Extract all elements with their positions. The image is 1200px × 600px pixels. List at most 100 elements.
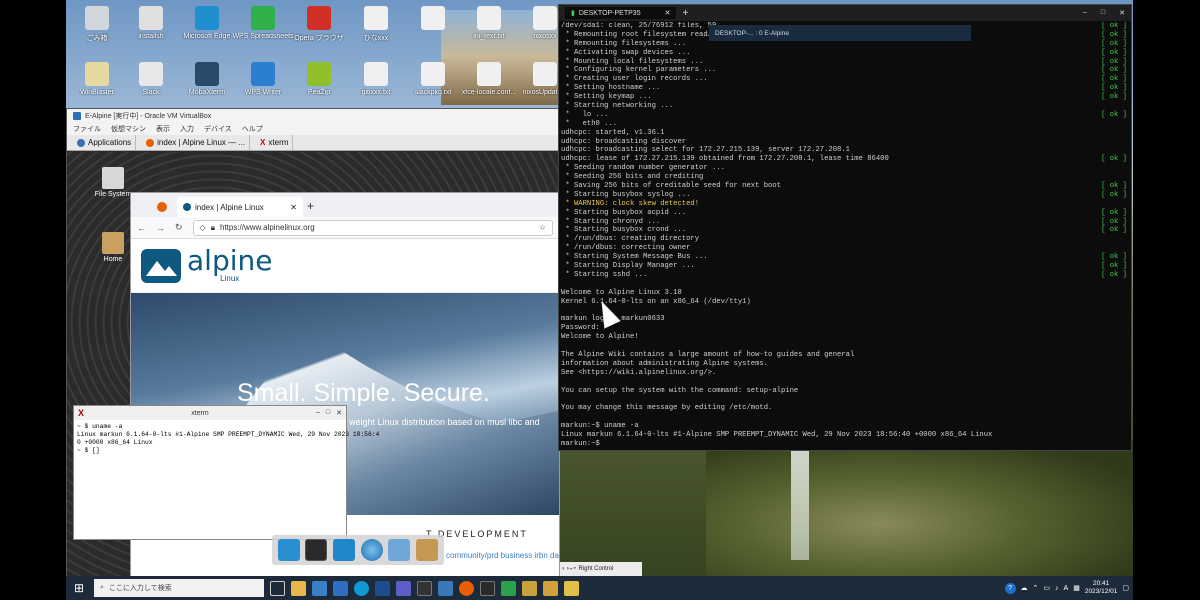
desktop-icon[interactable]: ごみ箱 <box>66 6 128 43</box>
teams-icon[interactable] <box>396 580 411 596</box>
terminal-line: The Alpine Wiki contains a large amount … <box>561 351 1131 360</box>
vbox-menu-item[interactable]: ファイル <box>73 124 101 134</box>
desktop-icon[interactable]: xfce-locale.conf... <box>458 62 520 96</box>
desktop-icon-label: MobaXterm <box>188 89 226 96</box>
app-finder-icon[interactable] <box>388 539 411 561</box>
terminal-line-text: * Starting busybox crond ... <box>561 226 687 235</box>
edge-icon[interactable] <box>354 580 369 596</box>
vbox-title: E-Alpine [実行中] - Oracle VM VirtualBox <box>85 113 212 120</box>
desktop-icon[interactable]: Opera ブラウザ <box>288 6 350 43</box>
taskbar-app-1[interactable] <box>312 580 327 596</box>
file-explorer-icon[interactable] <box>291 580 306 596</box>
desktop-icon[interactable]: ini_text.txt <box>458 6 520 40</box>
maximize-icon[interactable]: □ <box>1101 9 1105 17</box>
vbox-menu-item[interactable]: 仮想マシン <box>111 124 146 134</box>
chevron-up-icon[interactable]: ⌃ <box>1033 584 1039 592</box>
desktop-icon[interactable]: slackpkg.txt <box>402 62 464 96</box>
applications-menu[interactable]: Applications <box>73 135 137 150</box>
volume-icon[interactable]: ♪ <box>1055 585 1059 592</box>
desktop-icon[interactable]: gitlxxx.txt <box>345 62 407 96</box>
terminal-status-ok: [ ok ] <box>1101 66 1127 75</box>
firefox-tab[interactable]: index | Alpine Linux ✕ <box>177 197 303 217</box>
network-icon[interactable]: ▭ <box>1043 584 1050 592</box>
back-icon[interactable]: ← <box>137 223 146 233</box>
keyboard-icon[interactable]: ▦ <box>1073 584 1080 592</box>
firefox-menu-icon[interactable] <box>157 202 167 212</box>
terminal-taskbar-icon[interactable] <box>480 580 495 596</box>
close-tab-icon[interactable]: ✕ <box>665 9 671 17</box>
url-bar[interactable]: ◇ 🔒︎ https://www.alpinelinux.org ☆ <box>192 219 553 236</box>
alpine-logo[interactable]: alpine Linux <box>131 239 559 293</box>
remote-session-bar[interactable]: DESKTOP-... : 0 E-Alpine <box>709 25 971 41</box>
desktop-icon[interactable]: ひなxxx <box>345 6 407 43</box>
close-tab-icon[interactable]: ✕ <box>290 203 297 212</box>
taskbar-app-2[interactable] <box>333 580 348 596</box>
terminal-line: * WARNING: clock skew detected! <box>561 200 1131 209</box>
taskbar-search[interactable]: ⌕ ここに入力して検索 <box>94 579 264 597</box>
terminal-line: * /run/dbus: correcting owner <box>561 244 1131 253</box>
windows-terminal[interactable]: ▮ DESKTOP-PETP35 ✕ + – □ ✕ /dev/sda1: cl… <box>558 4 1132 451</box>
desktop-icon[interactable]: WinBlaster <box>66 62 128 96</box>
maximize-icon[interactable]: □ <box>326 409 330 417</box>
vbox-menu-item[interactable]: ヘルプ <box>242 124 263 134</box>
terminal-tab-title: DESKTOP-PETP35 <box>578 9 641 17</box>
windows-terminal-icon[interactable] <box>417 580 432 596</box>
wps-icon[interactable] <box>501 580 516 596</box>
terminal-icon[interactable] <box>305 539 328 561</box>
minimize-icon[interactable]: – <box>1083 9 1087 17</box>
ime-mode[interactable]: A <box>1064 585 1069 592</box>
new-tab-button[interactable]: + <box>307 199 314 213</box>
bookmark-star-icon[interactable]: ☆ <box>539 223 546 232</box>
panel-task-xterm[interactable]: X xterm <box>256 135 294 150</box>
desktop-icon[interactable]: WPS Writer <box>232 62 294 96</box>
cloud-icon[interactable]: ☁ <box>1021 584 1028 592</box>
terminal-output[interactable]: /dev/sda1: clean, 25/76912 files, 59... [… <box>561 22 1131 450</box>
terminal-line-text: * Starting busybox acpid ... <box>561 208 687 217</box>
terminal-line-text: Welcome to Alpine Linux 3.18 <box>561 288 682 297</box>
vbox-statusbar: ◐◑◒◓ Right Control <box>560 562 642 576</box>
mobaxterm-icon[interactable] <box>522 580 537 596</box>
desktop-icon[interactable]: installsh <box>120 6 182 40</box>
terminal-tabbar[interactable]: ▮ DESKTOP-PETP35 ✕ + – □ ✕ <box>559 5 1131 21</box>
terminal-line-text: information about administrating Alpine … <box>561 359 769 368</box>
close-icon[interactable]: ✕ <box>336 409 342 417</box>
vbox-titlebar[interactable]: E-Alpine [実行中] - Oracle VM VirtualBox <box>67 109 559 123</box>
windows-start-icon[interactable]: ⊞ <box>70 581 88 595</box>
desktop-icon[interactable]: Microsoft Edge <box>176 6 238 40</box>
new-tab-button[interactable]: + <box>682 8 688 19</box>
close-icon[interactable]: ✕ <box>1119 9 1125 17</box>
desktop-icon[interactable] <box>402 6 464 33</box>
powershell-icon[interactable] <box>375 580 390 596</box>
vbox-menu-item[interactable]: 入力 <box>180 124 194 134</box>
firefox-taskbar-icon[interactable] <box>459 580 474 596</box>
notification-icon[interactable]: ▢ <box>1122 584 1129 592</box>
folder-icon[interactable] <box>416 539 439 561</box>
minimize-icon[interactable]: – <box>316 409 320 417</box>
vbox-menu-item[interactable]: デバイス <box>204 124 232 134</box>
file-manager-icon[interactable] <box>333 539 356 561</box>
xterm-output[interactable]: ~ $ uname -a Linux markun 6.1.64-0-lts #1… <box>74 420 379 458</box>
desktop-icon[interactable]: MobaXterm <box>176 62 238 96</box>
terminal-line: * Seeding random number generator ... <box>561 164 1131 173</box>
xterm-window[interactable]: X xterm – □ ✕ ~ $ uname -a Linux markun 6… <box>73 405 379 540</box>
desktop-icon[interactable]: Slack <box>120 62 182 96</box>
panel-task-firefox[interactable]: index | Alpine Linux — ... <box>142 135 251 150</box>
desktop-icon[interactable]: WPS Spreadsheets <box>232 6 294 40</box>
web-browser-icon[interactable] <box>360 539 383 561</box>
task-view-icon[interactable] <box>270 580 285 596</box>
terminal-line-text: * Starting Display Manager ... <box>561 262 695 271</box>
forward-icon[interactable]: → <box>156 223 165 233</box>
help-icon[interactable]: ? <box>1004 582 1016 594</box>
terminal-status-ok: [ ok ] <box>1101 93 1127 102</box>
peazip-icon[interactable] <box>543 580 558 596</box>
reload-icon[interactable]: ↻ <box>175 222 183 233</box>
show-desktop-icon[interactable] <box>277 539 300 561</box>
taskbar-clock[interactable]: 20:41 2023/12/01 <box>1085 580 1118 596</box>
virtualbox-icon[interactable] <box>438 580 453 596</box>
xterm-titlebar[interactable]: X xterm – □ ✕ <box>74 406 346 420</box>
desktop-icon[interactable]: PeaZip <box>288 62 350 96</box>
development-links[interactable]: community/prd business irbn data up <box>446 551 559 560</box>
vbox-menu-item[interactable]: 表示 <box>156 124 170 134</box>
terminal-tab[interactable]: ▮ DESKTOP-PETP35 ✕ <box>565 7 677 19</box>
taskbar-app-extra[interactable] <box>564 580 579 596</box>
